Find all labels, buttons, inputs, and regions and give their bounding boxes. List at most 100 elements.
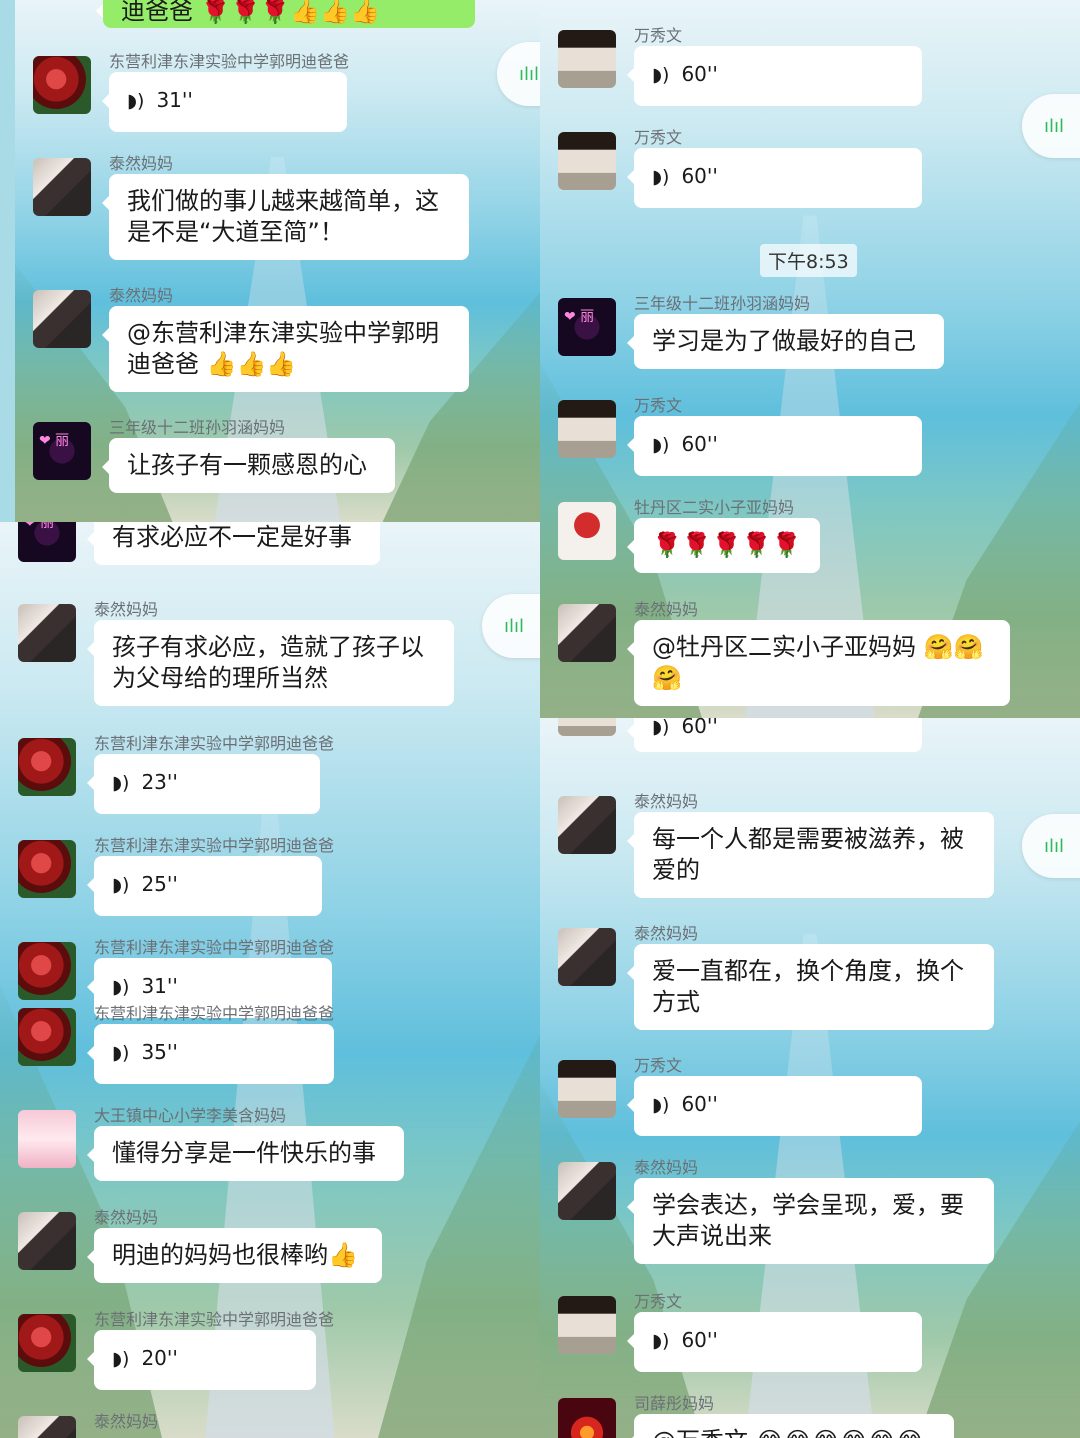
message-row: 泰然妈妈 孩子有求必应，造就了孩子以为父母给的理所当然	[18, 600, 498, 714]
voice-playback-button[interactable]: ılıl	[482, 594, 540, 658]
message-row: 东营利津东津实验中学郭明迪爸爸 ◗) 31''	[33, 52, 513, 146]
voice-wave-icon: ◗)	[112, 772, 130, 794]
avatar[interactable]	[18, 604, 76, 662]
avatar[interactable]	[558, 1060, 616, 1118]
self-message-bubble[interactable]: 迪爸爸 🌹🌹🌹👍👍👍	[96, 0, 475, 28]
avatar[interactable]	[18, 942, 76, 1000]
message-row: 泰然妈妈 爱一直都在，换个角度，换个方式	[558, 924, 1038, 1038]
voice-wave-icon: ◗)	[652, 718, 670, 738]
avatar[interactable]	[558, 298, 616, 356]
text-message[interactable]: @东营利津东津实验中学郭明迪爸爸 👍👍👍	[102, 306, 469, 392]
avatar[interactable]	[558, 718, 616, 736]
sender-name: 万秀文	[634, 1292, 683, 1311]
voice-message[interactable]: ◗) 25''	[87, 856, 322, 916]
message-row: 司薛彤妈妈 @万秀文 😂😂😂😂😂😂	[558, 1394, 1038, 1438]
message-row: 万秀文 ◗) 60''	[558, 128, 1038, 222]
avatar[interactable]	[558, 30, 616, 88]
voice-message[interactable]: ◗) 35''	[87, 1024, 334, 1084]
avatar[interactable]	[558, 1296, 616, 1354]
text-message[interactable]: 孩子有求必应，造就了孩子以为父母给的理所当然	[87, 620, 454, 706]
avatar[interactable]	[558, 502, 616, 560]
voice-message[interactable]: ◗) 60''	[627, 1076, 922, 1136]
avatar[interactable]	[18, 1416, 76, 1438]
voice-wave-icon: ◗)	[112, 1042, 130, 1064]
message-row: 三年级十二班孙羽涵妈妈 学习是为了做最好的自己	[558, 294, 1038, 388]
avatar[interactable]	[33, 56, 91, 114]
sender-name: 泰然妈妈	[109, 286, 174, 305]
voice-message[interactable]: ◗) 60''	[627, 46, 922, 106]
voice-message[interactable]: ◗) 31''	[102, 72, 347, 132]
voice-wave-icon: ◗)	[112, 976, 130, 998]
voice-message[interactable]: ◗) 20''	[87, 1330, 316, 1390]
voice-wave-icon: ◗)	[652, 1330, 670, 1352]
avatar[interactable]	[18, 1212, 76, 1270]
text-message[interactable]: 学习是为了做最好的自己	[627, 314, 944, 369]
message-row: 东营利津东津实验中学郭明迪爸爸 ◗) 23''	[18, 734, 498, 828]
avatar[interactable]	[33, 158, 91, 216]
message-row: 泰然妈妈 我们做的事儿越来越简单，这是不是“大道至简”！	[33, 154, 513, 268]
message-row: 牡丹区二实小子亚妈妈 🌹🌹🌹🌹🌹	[558, 498, 1038, 592]
sender-name: 东营利津东津实验中学郭明迪爸爸	[94, 1004, 335, 1023]
text-message[interactable]: 我们做的事儿越来越简单，这是不是“大道至简”！	[102, 174, 469, 260]
avatar[interactable]	[18, 1008, 76, 1066]
voice-wave-icon: ◗)	[652, 166, 670, 188]
text-message[interactable]: 每一个人都是需要被滋养，被爱的	[627, 812, 994, 898]
voice-playback-button[interactable]: ılıl	[1022, 94, 1080, 158]
avatar[interactable]	[558, 1398, 616, 1438]
avatar[interactable]	[18, 1110, 76, 1168]
text-message[interactable]: 懂得分享是一件快乐的事	[87, 1126, 404, 1181]
sender-name: 东营利津东津实验中学郭明迪爸爸	[94, 1310, 335, 1329]
voice-wave-icon: ◗)	[652, 64, 670, 86]
message-row: 泰然妈妈	[18, 1412, 498, 1438]
audio-bars-icon: ılıl	[1043, 115, 1064, 137]
avatar[interactable]	[558, 400, 616, 458]
message-row: 泰然妈妈 学会表达，学会呈现，爱，要大声说出来	[558, 1158, 1038, 1272]
text-message[interactable]: 有求必应不一定是好事	[87, 522, 380, 565]
sender-name: 万秀文	[634, 396, 683, 415]
text-message[interactable]: 让孩子有一颗感恩的心	[102, 438, 395, 493]
message-row: 东营利津东津实验中学郭明迪爸爸 ◗) 35''	[18, 1004, 498, 1098]
voice-wave-icon: ◗)	[112, 874, 130, 896]
chat-panel-top-right: 万秀文 ◗)60'' 万秀文 ◗)60'' 下午8:53 三年级十二班孙羽涵妈妈…	[540, 0, 1080, 718]
sender-name: 东营利津东津实验中学郭明迪爸爸	[109, 52, 350, 71]
avatar[interactable]	[558, 1162, 616, 1220]
avatar[interactable]	[18, 738, 76, 796]
avatar[interactable]	[18, 522, 76, 562]
sender-name: 万秀文	[634, 26, 683, 45]
avatar[interactable]	[558, 796, 616, 854]
avatar[interactable]	[33, 290, 91, 348]
sender-name: 泰然妈妈	[634, 1158, 699, 1177]
avatar[interactable]	[558, 928, 616, 986]
avatar[interactable]	[558, 132, 616, 190]
voice-message[interactable]: ◗) 60''	[627, 718, 922, 752]
audio-bars-icon: ılıl	[503, 615, 524, 637]
text-message[interactable]: 学会表达，学会呈现，爱，要大声说出来	[627, 1178, 994, 1264]
voice-message[interactable]: ◗) 60''	[627, 148, 922, 208]
sender-name: 泰然妈妈	[94, 1208, 159, 1227]
voice-message[interactable]: ◗) 23''	[87, 754, 320, 814]
voice-message[interactable]: ◗) 60''	[627, 1312, 922, 1372]
text-message[interactable]: @万秀文 😂😂😂😂😂😂	[627, 1414, 954, 1438]
avatar[interactable]	[33, 422, 91, 480]
message-row: 有求必应不一定是好事	[18, 522, 498, 584]
timestamp: 下午8:53	[760, 244, 857, 277]
message-row: 东营利津东津实验中学郭明迪爸爸 ◗) 20''	[18, 1310, 498, 1404]
sender-name: 东营利津东津实验中学郭明迪爸爸	[94, 836, 335, 855]
text-message[interactable]: 🌹🌹🌹🌹🌹	[627, 518, 820, 573]
message-row: ◗) 60''	[558, 718, 1038, 772]
sender-name: 牡丹区二实小子亚妈妈	[634, 498, 795, 517]
sender-name: 东营利津东津实验中学郭明迪爸爸	[94, 938, 335, 957]
message-row: 万秀文 ◗) 60''	[558, 396, 1038, 490]
sender-name: 万秀文	[634, 128, 683, 147]
avatar[interactable]	[558, 604, 616, 662]
sender-name: 泰然妈妈	[634, 792, 699, 811]
text-message[interactable]: 爱一直都在，换个角度，换个方式	[627, 944, 994, 1030]
avatar[interactable]	[18, 840, 76, 898]
avatar[interactable]	[18, 1314, 76, 1372]
voice-message[interactable]: ◗) 60''	[627, 416, 922, 476]
text-message[interactable]: 明迪的妈妈也很棒哟👍	[87, 1228, 382, 1283]
text-message[interactable]: @牡丹区二实小子亚妈妈 🤗🤗🤗	[627, 620, 1010, 706]
voice-playback-button[interactable]: ılıl	[1022, 814, 1080, 878]
message-row: 泰然妈妈 明迪的妈妈也很棒哟👍	[18, 1208, 498, 1302]
message-row: 万秀文 ◗) 60''	[558, 26, 1038, 120]
